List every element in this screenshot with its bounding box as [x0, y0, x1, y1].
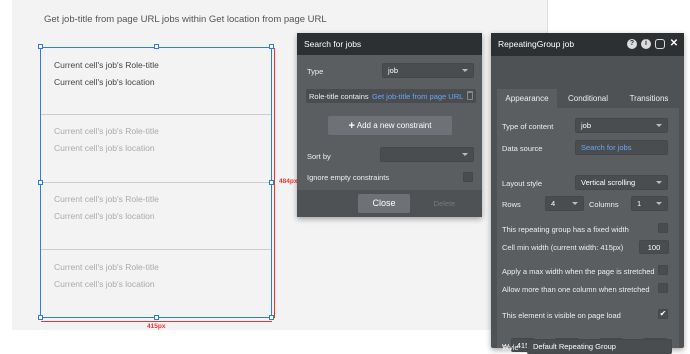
- visible-on-load-label: This element is visible on page load: [502, 311, 621, 320]
- type-of-content-value: job: [581, 121, 592, 130]
- columns-dropdown[interactable]: 1: [631, 196, 668, 211]
- sort-dropdown[interactable]: [380, 147, 474, 162]
- rows-value: 4: [551, 199, 556, 208]
- plus-icon: +: [348, 120, 355, 132]
- multi-column-checkbox[interactable]: [658, 283, 668, 293]
- max-width-label: Apply a max width when the page is stret…: [502, 267, 655, 276]
- cell-role-title: Current cell's job's Role-title: [54, 60, 159, 70]
- caret-down-icon: [572, 202, 578, 205]
- min-width-input[interactable]: 100: [639, 240, 669, 254]
- sort-label: Sort by: [307, 152, 331, 161]
- width-dimension-line: [41, 321, 272, 322]
- resize-handle-s[interactable]: [154, 315, 159, 320]
- rg-cell: Current cell's job's Role-title Current …: [41, 115, 271, 183]
- comment-icon[interactable]: [655, 39, 665, 49]
- rows-label: Rows: [502, 200, 521, 209]
- help-icon[interactable]: ?: [627, 39, 637, 49]
- cell-role-title: Current cell's job's Role-title: [54, 194, 159, 204]
- style-value: Default Repeating Group: [533, 342, 616, 351]
- constraint-field[interactable]: Role-title contains: [309, 92, 369, 101]
- add-constraint-label: Add a new constraint: [356, 121, 432, 130]
- add-constraint-button[interactable]: + Add a new constraint: [328, 116, 452, 135]
- max-width-checkbox[interactable]: [658, 265, 668, 275]
- page-heading-text[interactable]: Get job-title from page URL jobs within …: [44, 14, 327, 25]
- min-width-label: Cell min width (current width: 415px): [502, 243, 624, 252]
- rg-panel-title: RepeatingGroup job: [498, 39, 575, 49]
- tab-transitions[interactable]: Transitions: [619, 89, 679, 108]
- resize-handle-sw[interactable]: [38, 315, 43, 320]
- type-of-content-label: Type of content: [502, 122, 554, 131]
- cell-location: Current cell's job's location: [54, 77, 155, 87]
- type-dropdown[interactable]: job: [382, 63, 474, 78]
- constraint-value[interactable]: Get job-title from page URL: [372, 92, 463, 101]
- repeating-group[interactable]: Current cell's job's Role-title Current …: [40, 47, 272, 318]
- caret-down-icon: [462, 153, 468, 156]
- ignore-empty-checkbox[interactable]: [463, 172, 473, 182]
- fixed-width-checkbox[interactable]: [658, 223, 668, 233]
- close-button[interactable]: Close: [358, 194, 410, 213]
- type-of-content-dropdown[interactable]: job: [575, 118, 668, 133]
- cell-location: Current cell's job's location: [54, 211, 155, 221]
- appearance-tab-body: Type of content job Data source Search f…: [497, 108, 679, 352]
- tab-appearance[interactable]: Appearance: [497, 89, 557, 108]
- cell-location: Current cell's job's location: [54, 143, 155, 153]
- tab-conditional[interactable]: Conditional: [557, 89, 619, 108]
- multi-column-label: Allow more than one column when stretche…: [502, 285, 650, 294]
- ignore-empty-label: Ignore empty constraints: [307, 173, 390, 182]
- columns-label: Columns: [589, 200, 619, 209]
- caret-down-icon: [656, 124, 662, 127]
- layout-style-label: Layout style: [502, 179, 543, 188]
- panel-header-icons: ? i ✕: [627, 39, 679, 49]
- resize-handle-w[interactable]: [38, 180, 43, 185]
- data-source-value: Search for jobs: [581, 143, 632, 152]
- type-dropdown-value: job: [388, 66, 399, 75]
- checkmark-icon[interactable]: ✔: [658, 309, 668, 319]
- layout-style-dropdown[interactable]: Vertical scrolling: [575, 175, 668, 190]
- resize-handle-n[interactable]: [154, 44, 159, 49]
- caret-down-icon: [462, 69, 468, 72]
- rg-property-panel[interactable]: RepeatingGroup job ? i ✕ Appearance Cond…: [491, 33, 684, 352]
- type-label: Type: [307, 67, 324, 76]
- rg-cell: Current cell's job's Role-title Current …: [41, 183, 271, 250]
- cell-location: Current cell's job's location: [54, 279, 155, 289]
- close-icon[interactable]: ✕: [669, 39, 679, 49]
- style-dropdown[interactable]: Default Repeating Group: [527, 339, 672, 354]
- caret-down-icon: [656, 202, 662, 205]
- height-dimension-line: [274, 48, 275, 318]
- resize-handle-nw[interactable]: [38, 44, 43, 49]
- rg-cell: Current cell's job's Role-title Current …: [41, 250, 271, 317]
- rows-dropdown[interactable]: 4: [545, 196, 584, 211]
- search-panel-title[interactable]: Search for jobs: [297, 33, 482, 55]
- trash-icon[interactable]: [467, 91, 473, 100]
- caret-down-icon: [656, 181, 662, 184]
- fixed-width-label: This repeating group has a fixed width: [502, 225, 629, 234]
- delete-button[interactable]: Delete: [422, 194, 467, 213]
- data-source-label: Data source: [502, 144, 543, 153]
- data-source-field[interactable]: Search for jobs: [575, 140, 668, 155]
- constraint-row[interactable]: Role-title contains Get job-title from p…: [306, 89, 476, 103]
- info-icon[interactable]: i: [641, 39, 651, 49]
- rg-panel-header: RepeatingGroup job ? i ✕: [491, 33, 684, 56]
- search-panel[interactable]: Search for jobs Type job Role-title cont…: [297, 33, 482, 217]
- rg-cell[interactable]: Current cell's job's Role-title Current …: [41, 48, 271, 115]
- width-dimension-label: 415px: [147, 323, 166, 330]
- cell-role-title: Current cell's job's Role-title: [54, 262, 159, 272]
- height-dimension-label: 484px: [279, 178, 298, 185]
- canvas-left-margin: [0, 0, 12, 348]
- columns-value: 1: [637, 199, 642, 208]
- cell-role-title: Current cell's job's Role-title: [54, 126, 159, 136]
- layout-style-value: Vertical scrolling: [581, 178, 636, 187]
